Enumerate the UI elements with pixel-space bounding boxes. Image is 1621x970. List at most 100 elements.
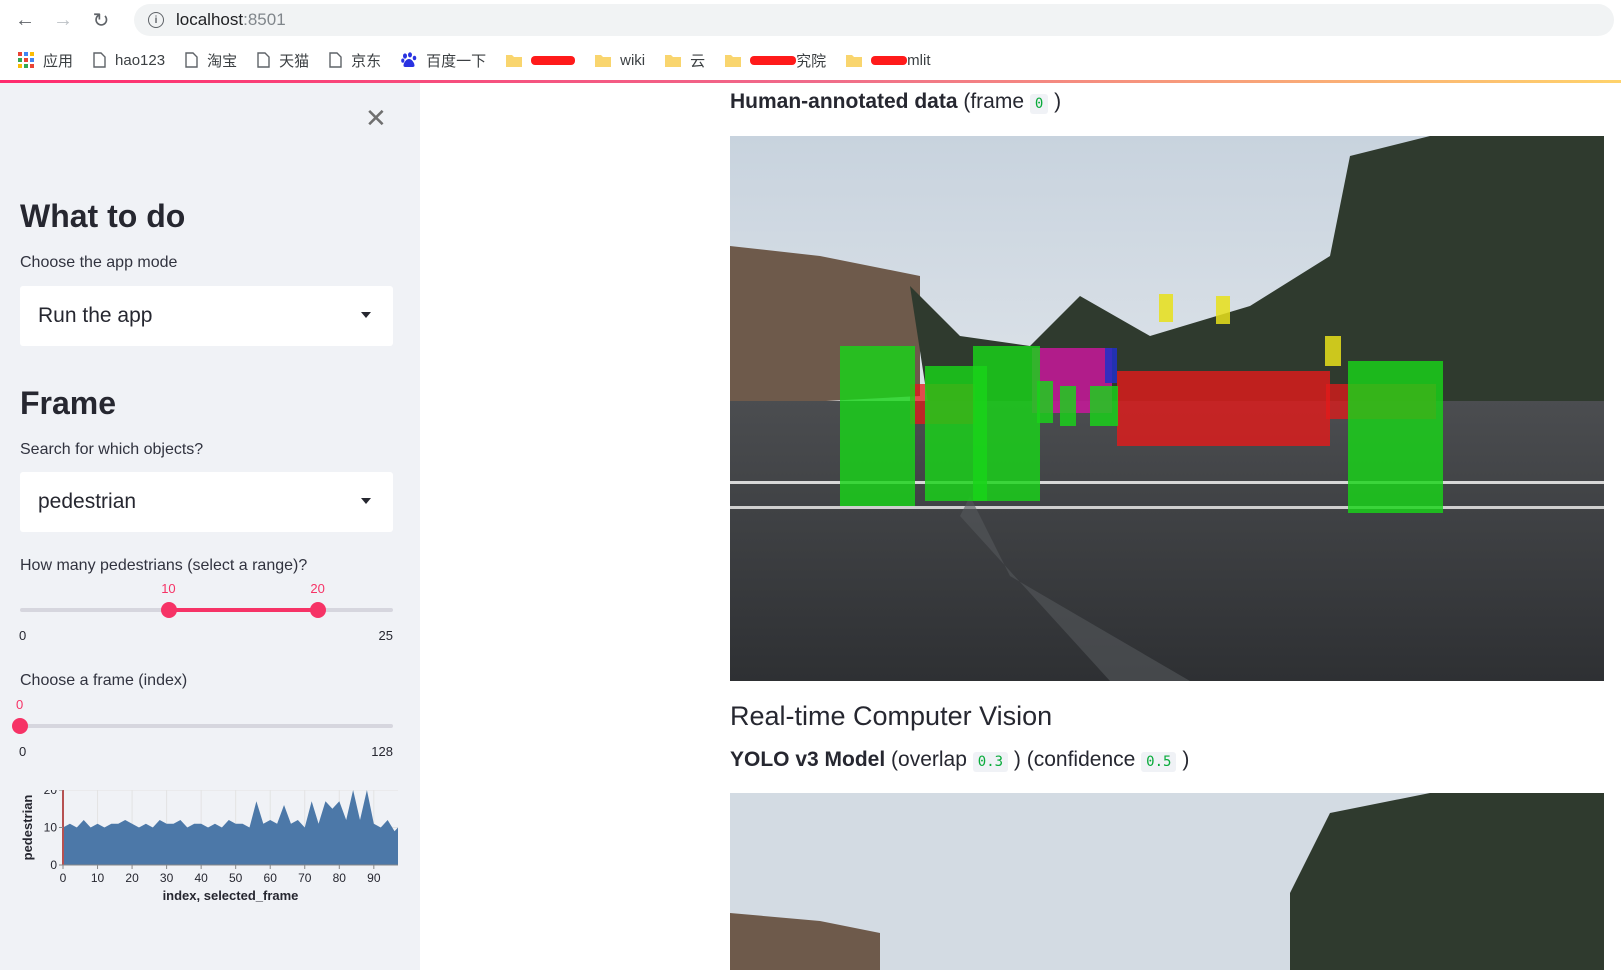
bookmark-yun[interactable]: 云: [665, 50, 705, 71]
bookmark-baidu[interactable]: 百度一下: [401, 50, 486, 71]
address-host: localhost: [176, 10, 244, 29]
sidebar-heading-what-to-do: What to do: [20, 198, 186, 234]
bookmark-label: wiki: [620, 51, 646, 69]
range-max-label: 25: [378, 628, 393, 643]
frame-value: 0: [16, 697, 24, 712]
annotated-title: Human-annotated data: [730, 90, 958, 113]
annotated-frame-prefix: (frame: [963, 90, 1025, 113]
overlap-prefix: (overlap: [891, 748, 967, 771]
objects-value: pedestrian: [38, 490, 137, 513]
bookmark-label: 淘宝: [207, 52, 238, 70]
objects-select[interactable]: pedestrian: [20, 472, 393, 532]
bookmark-apps[interactable]: 应用: [18, 50, 73, 71]
bookmark-taobao[interactable]: 淘宝: [185, 50, 237, 71]
cv-heading: Real-time Computer Vision: [730, 701, 1053, 731]
pedestrian-area-series: [63, 790, 398, 865]
address-port: :8501: [243, 10, 286, 29]
page-icon: [257, 52, 270, 68]
address-bar[interactable]: i localhost:8501: [134, 4, 1614, 36]
x-tick-label: 60: [264, 871, 278, 885]
confidence-prefix: (confidence: [1026, 748, 1136, 771]
annotated-frame-image: [730, 136, 1604, 681]
slider-fill: [169, 608, 319, 612]
x-tick-label: 10: [91, 871, 105, 885]
frame-index-slider[interactable]: [20, 724, 393, 728]
y-axis-title: pedestrian: [20, 795, 35, 861]
annotated-frame-suffix: ): [1054, 90, 1062, 113]
bookmark-label: 云: [690, 52, 706, 70]
folder-icon: [506, 53, 523, 67]
frame-min-label: 0: [19, 744, 27, 759]
pedestrian-range-slider[interactable]: [20, 608, 393, 612]
bookmark-jd[interactable]: 京东: [329, 50, 381, 71]
yolo-frame-image: [730, 793, 1604, 970]
page-icon: [93, 52, 106, 68]
y-tick-label: 20: [44, 790, 58, 797]
app-mode-select[interactable]: Run the app: [20, 286, 393, 346]
range-low-value: 10: [161, 581, 176, 596]
range-thumb-low[interactable]: [161, 602, 178, 618]
traffic-light-box: [1159, 294, 1173, 322]
redaction-mark: [750, 55, 797, 65]
redaction-mark: [531, 55, 576, 65]
annotated-frame-value: 0: [1029, 94, 1049, 114]
range-label: How many pedestrians (select a range)?: [20, 557, 308, 574]
annotated-caption: Human-annotated data (frame 0 ): [730, 90, 1061, 114]
range-thumb-high[interactable]: [310, 602, 327, 618]
tree-silhouette: [1290, 793, 1604, 970]
pedestrian-box: [973, 346, 1040, 501]
yolo-caption: YOLO v3 Model (overlap 0.3 ) (confidence…: [730, 748, 1189, 772]
overlap-value: 0.3: [972, 752, 1009, 772]
x-axis-title: index, selected_frame: [163, 888, 299, 903]
x-tick-label: 20: [125, 871, 139, 885]
main-content: Human-annotated data (frame 0 ) Real-tim…: [420, 83, 1621, 970]
forward-arrow-icon[interactable]: →: [50, 7, 76, 33]
baidu-paw-icon: [401, 52, 417, 68]
frame-label: Choose a frame (index): [20, 672, 188, 689]
bookmark-label: mlit: [907, 51, 931, 69]
overlap-suffix: ): [1013, 748, 1021, 771]
objects-label: Search for which objects?: [20, 441, 204, 458]
bookmark-label: 究院: [796, 52, 827, 70]
bookmark-label: hao123: [115, 51, 166, 69]
x-tick-label: 70: [298, 871, 312, 885]
pedestrian-area-chart: 0 10 20 30 40 50 60 70 80 90 0 10 20 index, selected_…: [20, 790, 398, 903]
bookmark-streamlit[interactable]: mlit: [846, 51, 931, 69]
confidence-value: 0.5: [1141, 752, 1177, 772]
app-mode-label: Choose the app mode: [20, 254, 178, 271]
x-tick-label: 50: [229, 871, 243, 885]
folder-icon: [595, 53, 612, 67]
bookmark-hao123[interactable]: hao123: [93, 52, 165, 69]
frame-thumb[interactable]: [12, 718, 28, 734]
bookmark-label: 天猫: [279, 52, 310, 70]
bookmark-label: 京东: [351, 52, 382, 70]
bookmark-folder-redacted[interactable]: [506, 53, 576, 67]
bookmark-label: 百度一下: [426, 52, 487, 70]
pedestrian-box: [840, 346, 915, 506]
pedestrian-box: [1037, 381, 1053, 423]
app-mode-value: Run the app: [38, 304, 153, 327]
chevron-down-icon: [361, 498, 371, 504]
folder-icon: [665, 53, 682, 67]
site-info-icon[interactable]: i: [148, 12, 164, 28]
page-icon: [329, 52, 342, 68]
bookmark-institute[interactable]: 究院: [725, 50, 826, 71]
bookmark-tmall[interactable]: 天猫: [257, 50, 309, 71]
frame-max-label: 128: [371, 744, 393, 759]
y-tick-label: 0: [50, 858, 57, 872]
reload-icon[interactable]: ↻: [88, 7, 114, 33]
x-tick-label: 90: [367, 871, 381, 885]
folder-icon: [725, 53, 742, 67]
redaction-mark: [871, 55, 908, 65]
x-tick-label: 40: [194, 871, 208, 885]
folder-icon: [846, 53, 863, 67]
yolo-title: YOLO v3 Model: [730, 748, 886, 771]
bookmark-label: 应用: [43, 52, 74, 70]
bookmark-wiki[interactable]: wiki: [595, 52, 645, 69]
apps-grid-icon: [18, 52, 34, 68]
pedestrian-box: [1104, 386, 1118, 426]
x-tick-label: 80: [333, 871, 347, 885]
back-arrow-icon[interactable]: ←: [12, 7, 38, 33]
close-icon[interactable]: ✕: [365, 103, 387, 134]
car-box: [1117, 371, 1330, 446]
